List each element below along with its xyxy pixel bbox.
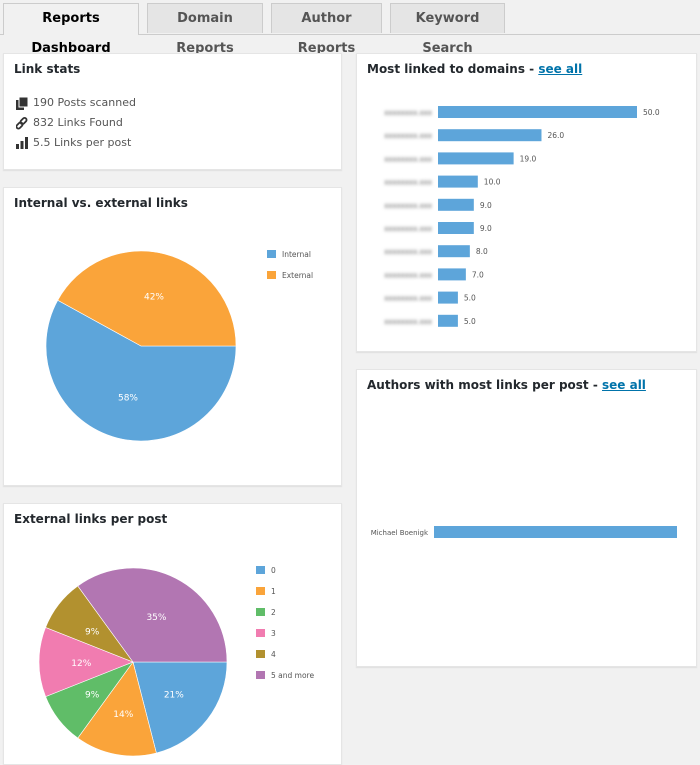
tab-keyword-search[interactable]: Keyword Search [390,3,505,56]
pie-data-label: 58% [118,394,138,404]
bar-value-label: 10.0 [484,178,501,187]
stat-posts-scanned: 190 Posts scanned [16,95,136,111]
authors-panel: Authors with most links per post - see a… [356,369,697,667]
bar [438,106,637,118]
link-icon [15,116,28,129]
bar-value-label: 5.0 [464,317,476,326]
bar [434,526,677,538]
bar-value-label: 9.0 [480,201,492,210]
pie-data-label: 9% [85,691,100,701]
domains-panel: Most linked to domains - see all xxxxxxx… [356,53,697,352]
bar-chart-icon [16,137,28,149]
bar [438,314,458,327]
bar-category-label: xxxxxxxx.xxx [384,271,432,279]
internal-external-pie-chart: 58% 42% Internal External [45,250,313,442]
legend-label: 0 [271,566,276,575]
bar-value-label: 9.0 [480,224,492,233]
pie-data-label: 14% [113,710,133,720]
legend-swatch [256,671,265,679]
legend-swatch [256,629,265,637]
bar [438,291,458,304]
legend-swatch [256,608,265,616]
bar-category-label: Michael Boenigk [371,529,429,537]
legend-swatch [267,271,276,279]
bar-value-label: 19.0 [520,154,537,163]
bar-category-label: xxxxxxxx.xxx [384,318,432,326]
link-stats-panel: Link stats 190 Posts scanned 832 Links F… [3,53,342,170]
bar-category-label: xxxxxxxx.xxx [384,179,432,187]
stat-text: 190 Posts scanned [33,96,136,109]
legend-label: 3 [271,629,276,638]
pie-data-label: 21% [164,691,184,701]
legend-swatch [256,566,265,574]
legend-swatch [267,250,276,258]
domains-bar-chart: xxxxxxxx.xxx 50.0 xxxxxxxx.xxx 26.0 xxxxxxxx… [384,106,660,327]
bar [438,175,478,188]
authors-bar-chart: Michael Boenigk [371,526,677,538]
tab-domain-reports[interactable]: Domain Reports [147,3,263,56]
tab-author-reports[interactable]: Author Reports [271,3,382,56]
bar [438,129,542,142]
stat-text: 832 Links Found [33,116,123,129]
bar [438,222,474,234]
bar-category-label: xxxxxxxx.xxx [384,202,432,210]
stat-text: 5.5 Links per post [33,136,132,149]
pie-data-label: 35% [146,613,166,623]
bar [438,198,474,211]
bar-value-label: 26.0 [547,131,564,140]
bar-value-label: 5.0 [464,294,476,303]
bar [438,152,514,165]
internal-external-panel: Internal vs. external links 58% 42% Intern… [3,187,342,486]
pie-data-label: 12% [71,659,91,669]
bar-value-label: 8.0 [476,247,488,256]
legend-label: 5 and more [271,671,314,680]
stat-links-found: 832 Links Found [15,115,123,131]
legend-label: 1 [271,587,276,596]
legend-label: 4 [271,650,276,659]
posts-icon [16,96,29,110]
legend-label: 2 [271,608,276,617]
pie-data-label: 42% [144,292,164,302]
bar-category-label: xxxxxxxx.xxx [384,295,432,303]
external-per-post-panel: External links per post 21% 14% 9% 12% 9% 35%… [3,503,342,765]
legend-swatch [256,650,265,658]
tab-reports-dashboard[interactable]: Reports Dashboard [3,3,139,56]
bar-category-label: xxxxxxxx.xxx [384,132,432,140]
tab-bar: Reports Dashboard Domain Reports Author … [0,0,700,56]
bar-category-label: xxxxxxxx.xxx [384,225,432,233]
pie-data-label: 9% [85,627,100,637]
legend-label: Internal [282,250,311,259]
link-stats-title: Link stats [14,62,81,76]
bar-value-label: 50.0 [643,108,660,117]
bar [438,245,470,258]
bar-value-label: 7.0 [472,270,484,279]
bar-category-label: xxxxxxxx.xxx [384,109,432,117]
external-per-post-pie-chart: 21% 14% 9% 12% 9% 35% 0 1 2 3 4 5 and more [38,566,314,757]
stat-links-per-post: 5.5 Links per post [16,135,131,151]
bar-category-label: xxxxxxxx.xxx [384,248,432,256]
bar-category-label: xxxxxxxx.xxx [384,155,432,163]
legend-swatch [256,587,265,595]
bar [438,268,466,281]
legend-label: External [282,271,313,280]
